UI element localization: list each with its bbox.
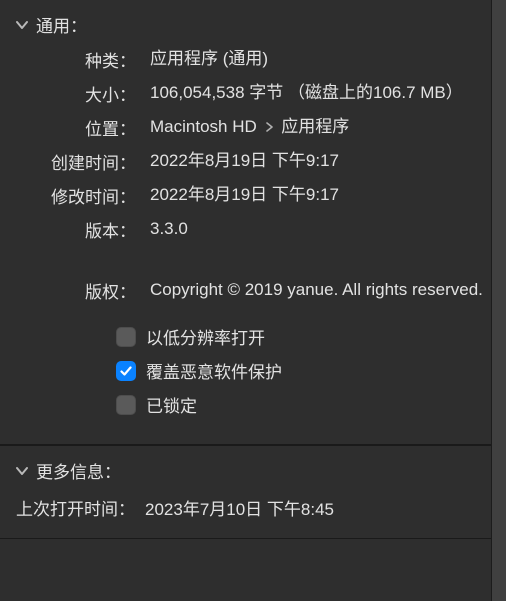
- where-value: Macintosh HD 应用程序: [150, 115, 486, 140]
- scrollbar[interactable]: [491, 0, 506, 601]
- where-folder: 应用程序: [281, 117, 349, 136]
- version-label: 版本：: [8, 217, 136, 242]
- section-more-info-title: 更多信息：: [36, 458, 121, 483]
- created-value: 2022年8月19日 下午9:17: [150, 149, 486, 174]
- locked-label: 已锁定: [146, 392, 197, 417]
- size-label: 大小：: [8, 81, 136, 106]
- copyright-value: Copyright © 2019 yanue. All rights reser…: [150, 278, 486, 303]
- where-label: 位置：: [8, 115, 136, 140]
- override-malware-label: 覆盖恶意软件保护: [146, 358, 282, 383]
- low-res-row: 以低分辨率打开: [116, 324, 506, 349]
- copyright-label: 版权：: [8, 278, 136, 303]
- more-info-fields: 上次打开时间： 2023年7月10日 下午8:45: [0, 485, 506, 524]
- section-general-header[interactable]: 通用：: [0, 10, 506, 39]
- section-general-title: 通用：: [36, 12, 87, 37]
- version-value: 3.3.0: [150, 217, 486, 242]
- last-opened-value: 2023年7月10日 下午8:45: [145, 495, 334, 520]
- section-more-info-header[interactable]: 更多信息：: [0, 456, 506, 485]
- chevron-right-icon: [266, 115, 273, 140]
- kind-value: 应用程序 (通用): [150, 47, 486, 72]
- general-checkboxes: 以低分辨率打开 覆盖恶意软件保护 已锁定: [0, 307, 506, 430]
- section-more-info: 更多信息： 上次打开时间： 2023年7月10日 下午8:45: [0, 445, 506, 539]
- locked-row: 已锁定: [116, 392, 506, 417]
- override-malware-row: 覆盖恶意软件保护: [116, 358, 506, 383]
- where-volume: Macintosh HD: [150, 117, 257, 136]
- chevron-down-icon: [16, 19, 28, 31]
- modified-label: 修改时间：: [8, 183, 136, 208]
- general-fields: 种类： 应用程序 (通用) 大小： 106,054,538 字节 （磁盘上的10…: [0, 39, 506, 307]
- chevron-down-icon: [16, 465, 28, 477]
- locked-checkbox[interactable]: [116, 395, 136, 415]
- created-label: 创建时间：: [8, 149, 136, 174]
- kind-label: 种类：: [8, 47, 136, 72]
- low-res-checkbox[interactable]: [116, 327, 136, 347]
- last-opened-label: 上次打开时间：: [16, 495, 135, 520]
- override-malware-checkbox[interactable]: [116, 361, 136, 381]
- low-res-label: 以低分辨率打开: [146, 324, 265, 349]
- section-general: 通用： 种类： 应用程序 (通用) 大小： 106,054,538 字节 （磁盘…: [0, 0, 506, 445]
- size-value: 106,054,538 字节 （磁盘上的106.7 MB）: [150, 81, 486, 106]
- modified-value: 2022年8月19日 下午9:17: [150, 183, 486, 208]
